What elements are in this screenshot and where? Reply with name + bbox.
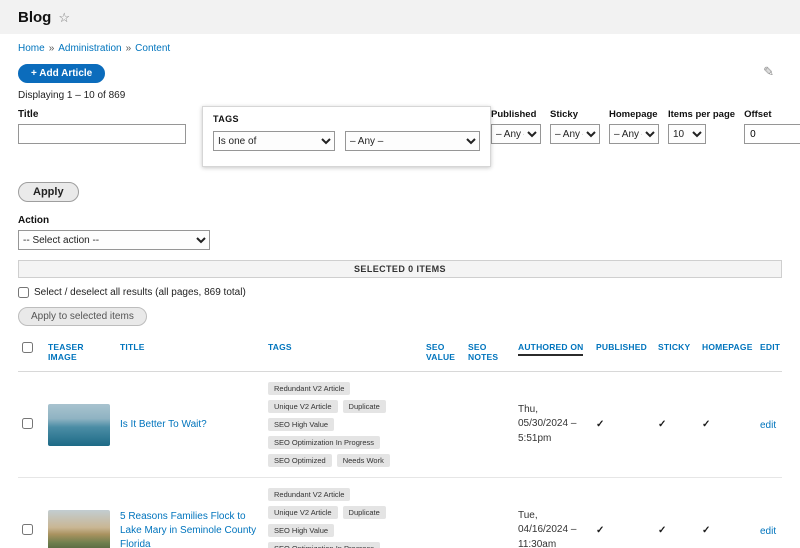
sticky-filter: Sticky – Any –	[550, 109, 600, 144]
breadcrumb: Home» Administration» Content	[0, 34, 800, 60]
tag-chip: SEO Optimized	[268, 454, 332, 467]
seo-value-cell	[422, 372, 464, 478]
offset-filter: Offset	[744, 109, 800, 144]
tags-cell: Redundant V2 Article Unique V2 Article Dup…	[268, 488, 400, 548]
breadcrumb-administration-link[interactable]: Administration	[58, 43, 121, 54]
items-per-page-filter: Items per page 10	[668, 109, 735, 144]
homepage-filter-label: Homepage	[609, 109, 658, 120]
header-seo-notes: SEO NOTES	[464, 334, 514, 372]
tags-operator-select[interactable]: Is one of	[213, 131, 335, 151]
header-select-all-checkbox[interactable]	[22, 342, 33, 353]
tag-chip: SEO Optimization In Progress	[268, 542, 381, 548]
teaser-image	[48, 403, 110, 446]
published-check: ✓	[596, 419, 605, 430]
apply-to-selected-button[interactable]: Apply to selected items	[18, 307, 147, 326]
homepage-check: ✓	[702, 419, 711, 430]
homepage-check: ✓	[702, 525, 711, 536]
select-all-results-checkbox[interactable]	[18, 287, 29, 298]
page-title: Blog	[18, 9, 52, 26]
offset-filter-input[interactable]	[744, 124, 800, 144]
sticky-check: ✓	[658, 419, 667, 430]
header-title[interactable]: TITLE	[116, 334, 264, 372]
contextual-edit-pencil-icon[interactable]: ✎	[763, 64, 774, 80]
select-all-row: Select / deselect all results (all pages…	[18, 287, 782, 298]
sticky-check: ✓	[658, 525, 667, 536]
items-per-page-label: Items per page	[668, 109, 736, 120]
exposed-filters: Title TAGS Is one of – Any – Published –…	[0, 106, 800, 170]
authored-on-cell: Tue, 04/16/2024 – 11:30am	[518, 509, 577, 548]
sticky-filter-select[interactable]: – Any –	[550, 124, 600, 144]
add-article-button[interactable]: + Add Article	[18, 64, 106, 83]
tags-value-select[interactable]: – Any –	[345, 131, 480, 151]
tag-chip: SEO Optimization In Progress	[268, 436, 381, 449]
row-select-checkbox[interactable]	[22, 523, 33, 535]
tag-chip: Redundant V2 Article	[268, 488, 351, 501]
tag-chip: Redundant V2 Article	[268, 382, 351, 395]
homepage-filter: Homepage – Any –	[609, 109, 659, 144]
items-per-page-select[interactable]: 10	[668, 124, 706, 144]
select-all-label: Select / deselect all results (all pages…	[34, 287, 246, 298]
right-filters: Published – Any – Sticky – Any – Homepag…	[491, 109, 800, 144]
seo-notes-cell	[464, 478, 514, 548]
apply-filters-button[interactable]: Apply	[18, 182, 79, 202]
offset-filter-label: Offset	[744, 109, 772, 120]
tag-chip: Duplicate	[342, 506, 386, 519]
breadcrumb-separator: »	[48, 43, 55, 54]
tag-chip: SEO High Value	[268, 524, 335, 537]
published-check: ✓	[596, 525, 605, 536]
row-select-checkbox[interactable]	[22, 417, 33, 429]
title-filter-input[interactable]	[18, 124, 186, 144]
table-header-row: TEASER IMAGE TITLE TAGS SEO VALUE SEO NO…	[18, 334, 782, 372]
title-bar: Blog ☆	[0, 0, 800, 34]
tags-cell: Redundant V2 Article Unique V2 Article Dup…	[268, 382, 400, 467]
header-published: PUBLISHED	[592, 334, 654, 372]
header-seo-value: SEO VALUE	[422, 334, 464, 372]
table-row: 5 Reasons Families Flock to Lake Mary in…	[18, 478, 782, 548]
seo-notes-cell	[464, 372, 514, 478]
tag-chip: SEO High Value	[268, 418, 335, 431]
header-select-all-cell	[18, 334, 44, 372]
published-filter-label: Published	[491, 109, 537, 120]
breadcrumb-content-link[interactable]: Content	[135, 43, 170, 54]
tags-fieldset-legend: TAGS	[213, 114, 239, 124]
seo-value-cell	[422, 478, 464, 548]
tag-chip: Unique V2 Article	[268, 400, 338, 413]
teaser-image	[48, 509, 110, 548]
header-sticky: STICKY	[654, 334, 698, 372]
header-authored-on[interactable]: AUTHORED ON	[514, 334, 592, 372]
breadcrumb-home-link[interactable]: Home	[18, 43, 45, 54]
homepage-filter-select[interactable]: – Any –	[609, 124, 659, 144]
row-title-link[interactable]: 5 Reasons Families Flock to Lake Mary in…	[120, 510, 260, 548]
row-edit-link[interactable]: edit	[760, 420, 776, 431]
row-title-link[interactable]: Is It Better To Wait?	[120, 418, 260, 432]
title-filter: Title	[18, 109, 186, 144]
favorite-star-icon[interactable]: ☆	[58, 10, 70, 26]
row-edit-link[interactable]: edit	[760, 526, 776, 537]
tag-chip: Unique V2 Article	[268, 506, 338, 519]
header-edit: EDIT	[756, 334, 782, 372]
action-select[interactable]: -- Select action --	[18, 230, 210, 250]
authored-on-cell: Thu, 05/30/2024 – 5:51pm	[518, 403, 577, 444]
header-homepage: HOMEPAGE	[698, 334, 756, 372]
add-article-row: + Add Article	[0, 60, 800, 85]
header-teaser-image: TEASER IMAGE	[44, 334, 116, 372]
title-filter-label: Title	[18, 109, 39, 120]
published-filter: Published – Any –	[491, 109, 541, 144]
table-row: Is It Better To Wait? Redundant V2 Artic…	[18, 372, 782, 478]
published-filter-select[interactable]: – Any –	[491, 124, 541, 144]
tag-chip: Duplicate	[342, 400, 386, 413]
action-label: Action	[18, 215, 50, 226]
content-table: TEASER IMAGE TITLE TAGS SEO VALUE SEO NO…	[18, 334, 782, 548]
admin-content-page: Blog ☆ Home» Administration» Content + Add…	[0, 0, 800, 548]
selected-items-bar: SELECTED 0 ITEMS	[18, 260, 782, 278]
tag-chip: Needs Work	[336, 454, 390, 467]
bulk-action-block: Action -- Select action --	[0, 202, 800, 250]
breadcrumb-separator: »	[125, 43, 132, 54]
tags-filter-fieldset: TAGS Is one of – Any –	[202, 106, 491, 167]
header-tags: TAGS	[264, 334, 422, 372]
sticky-filter-label: Sticky	[550, 109, 578, 120]
